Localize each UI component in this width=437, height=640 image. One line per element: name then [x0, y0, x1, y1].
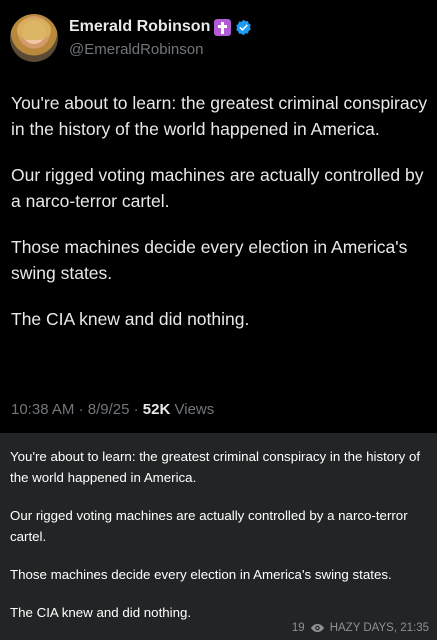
- eye-icon: [310, 623, 324, 633]
- tweet-paragraph: The CIA knew and did nothing.: [11, 309, 250, 329]
- verified-icon: [236, 19, 252, 35]
- display-name[interactable]: Emerald Robinson: [69, 18, 210, 36]
- caption-paragraph: Our rigged voting machines are actually …: [10, 508, 408, 544]
- channel-time: HAZY DAYS, 21:35: [329, 622, 429, 634]
- tweet-paragraph: You're about to learn: the greatest crim…: [11, 93, 428, 139]
- avatar[interactable]: [10, 14, 58, 62]
- tweet-date[interactable]: 8/9/25: [88, 401, 130, 418]
- tweet-meta: 10:38 AM · 8/9/25 · 52K Views: [11, 401, 214, 418]
- tweet-card: Emerald Robinson @EmeraldRobinson You're…: [0, 0, 437, 433]
- caption-text: You're about to learn: the greatest crim…: [10, 446, 428, 640]
- tweet-paragraph: Our rigged voting machines are actually …: [11, 165, 424, 211]
- tweet-paragraph: Those machines decide every election in …: [11, 237, 408, 283]
- views-label: Views: [174, 401, 215, 418]
- name-row: Emerald Robinson: [69, 18, 252, 36]
- cross-icon: [214, 18, 232, 36]
- meta-separator: ·: [78, 401, 84, 418]
- caption-paragraph: Those machines decide every election in …: [10, 567, 392, 582]
- user-handle[interactable]: @EmeraldRobinson: [69, 41, 203, 58]
- tweet-header: Emerald Robinson @EmeraldRobinson: [10, 12, 430, 64]
- message-caption: You're about to learn: the greatest crim…: [0, 433, 437, 640]
- caption-footer: 19 HAZY DAYS, 21:35: [292, 622, 429, 634]
- tweet-time[interactable]: 10:38 AM: [11, 401, 74, 418]
- view-count: 19: [291, 622, 305, 634]
- meta-separator: ·: [133, 401, 139, 418]
- caption-paragraph: The CIA knew and did nothing.: [10, 605, 192, 620]
- tweet-text: You're about to learn: the greatest crim…: [11, 90, 431, 352]
- caption-paragraph: You're about to learn: the greatest crim…: [10, 449, 421, 485]
- views-count: 52K: [142, 401, 171, 418]
